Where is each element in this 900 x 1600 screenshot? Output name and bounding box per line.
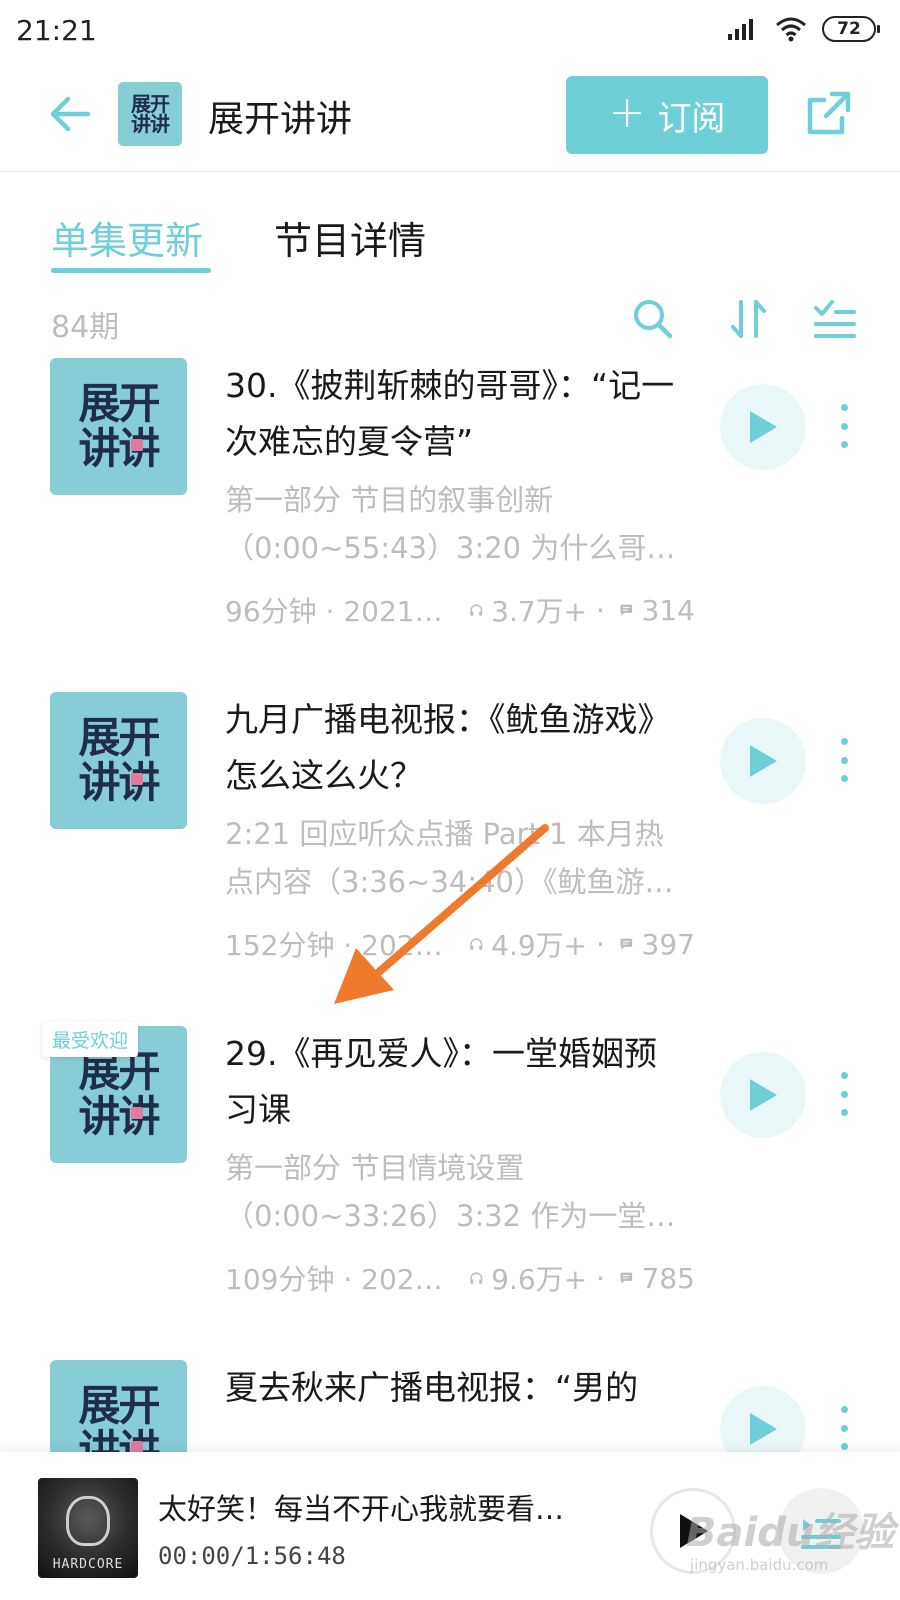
episode-description-line: 点内容（3:36~34:40）《鱿鱼游… [225,865,674,899]
meta-separator: · [587,1261,605,1295]
baidu-watermark: Baidu经验 [686,1510,895,1556]
meta-separator: · [587,927,605,961]
subscribe-button[interactable]: + 订阅 [566,76,768,154]
logo-text-top: 展开 [131,92,170,116]
episode-description-line: 第一部分 节目的叙事创新 [225,483,554,517]
tab-show-details[interactable]: 节目详情 [274,210,426,265]
baidu-watermark-url: jingyan.baidu.com [690,1556,829,1574]
thumb-text-top: 展开 [78,379,160,429]
episode-meta: 96分钟 · 2021… 3.7万+ · 314 [225,590,695,630]
episode-comments: 785 [641,1261,695,1295]
thumb-text-top: 展开 [78,1047,160,1097]
episode-description-line: 第一部分 节目情境设置 [225,1151,525,1185]
multi-select-icon[interactable] [812,296,858,342]
plus-icon: + [608,87,646,138]
active-tab-indicator [51,268,211,273]
episode-thumbnail: 展开 讲讲 [50,1360,187,1452]
episode-comments: 314 [641,593,695,627]
status-time: 21:21 [16,14,97,47]
more-options-button[interactable] [832,1406,856,1450]
comment-icon [620,1272,633,1284]
episode-description: 2:21 回应听众点播 Part 1 本月热 点内容（3:36~34:40）《鱿… [225,810,685,906]
episode-description-line: （0:00~33:26）3:32 作为一堂… [225,1199,676,1233]
episode-title[interactable]: 30.《披荆斩棘的哥哥》：“记一次难忘的夏令营” [225,358,685,470]
signal-icon [728,19,753,40]
play-icon [750,411,777,443]
thumb-text-bottom: 讲讲 [78,423,160,473]
show-title: 展开讲讲 [208,99,353,140]
wifi-icon [776,17,806,42]
more-options-button[interactable] [832,404,856,448]
list-item[interactable]: 展开 讲讲 30.《披荆斩棘的哥哥》：“记一次难忘的夏令营” 第一部分 节目的叙… [0,358,900,698]
search-icon[interactable] [630,296,676,342]
subscribe-label: 订阅 [657,98,726,139]
comment-icon [620,604,633,616]
show-logo: 展开 讲讲 [118,82,182,146]
episode-description-line: （0:00~55:43）3:20 为什么哥… [225,531,676,565]
episode-meta: 109分钟 · 202… 9.6万+ · 785 [225,1258,695,1298]
episode-count: 84期 [51,310,120,345]
episode-description-line: 2:21 回应听众点播 Part 1 本月热 [225,817,664,851]
comment-icon [620,938,633,950]
most-popular-badge: 最受欢迎 [42,1022,139,1057]
player-time: 00:00/1:56:48 [158,1542,346,1570]
share-icon[interactable] [802,88,854,140]
cover-face-graphic [66,1496,110,1546]
cover-caption: HARDCORE [52,1557,124,1572]
thumb-text-bottom: 讲讲 [78,1091,160,1141]
episode-title[interactable]: 夏去秋来广播电视报：“男的 [225,1360,685,1416]
play-icon [750,1413,777,1445]
more-options-button[interactable] [832,738,856,782]
player-cover-art: HARDCORE [38,1478,138,1578]
thumb-text-bottom: 讲讲 [78,757,160,807]
thumb-text-top: 展开 [78,1381,160,1431]
meta-separator: · [587,593,605,627]
episode-description: 第一部分 节目的叙事创新 （0:00~55:43）3:20 为什么哥… [225,476,685,572]
list-item[interactable]: 展开 讲讲 夏去秋来广播电视报：“男的 [0,1360,900,1452]
play-button[interactable] [720,1052,806,1138]
list-item[interactable]: 展开 讲讲 九月广播电视报：《鱿鱼游戏》怎么这么火？ 2:21 回应听众点播 P… [0,692,900,1032]
headphones-icon [469,938,482,950]
play-button[interactable] [720,1386,806,1452]
back-arrow-icon[interactable] [44,88,96,140]
episode-duration-date: 96分钟 · 2021… [225,595,443,628]
header: 展开 讲讲 展开讲讲 + 订阅 [0,64,900,172]
list-item[interactable]: 展开 讲讲 最受欢迎 29.《再见爱人》：一堂婚姻预习课 第一部分 节目情境设置… [0,1022,900,1366]
episode-title[interactable]: 29.《再见爱人》：一堂婚姻预习课 [225,1026,685,1138]
episode-duration-date: 152分钟 · 202… [225,929,443,962]
episode-plays: 9.6万+ [491,1263,588,1296]
episode-title[interactable]: 九月广播电视报：《鱿鱼游戏》怎么这么火？ [225,692,685,804]
headphones-icon [469,1272,482,1284]
episode-duration-date: 109分钟 · 202… [225,1263,443,1296]
status-icons: 72 [726,16,880,42]
more-options-button[interactable] [832,1072,856,1116]
play-button[interactable] [720,718,806,804]
thumb-text-bottom: 讲讲 [78,1428,161,1452]
episode-meta: 152分钟 · 202… 4.9万+ · 397 [225,924,695,964]
sort-icon[interactable] [726,296,772,342]
episode-plays: 4.9万+ [491,929,588,962]
episode-comments: 397 [641,927,695,961]
play-icon [750,745,777,777]
tab-episode-updates[interactable]: 单集更新 [51,210,203,265]
battery-indicator: 72 [822,16,880,42]
play-icon [750,1079,777,1111]
episode-thumbnail: 展开 讲讲 [50,692,187,829]
headphones-icon [469,604,482,616]
status-bar: 21:21 72 [0,0,900,64]
logo-text-bottom: 讲讲 [131,112,170,136]
tab-bar: 单集更新 节目详情 [0,200,900,280]
episode-plays: 3.7万+ [491,595,588,628]
thumb-text-top: 展开 [78,713,160,763]
player-title[interactable]: 太好笑！每当不开心我就要看… [158,1486,598,1528]
episode-description: 第一部分 节目情境设置 （0:00~33:26）3:32 作为一堂… [225,1144,685,1240]
play-button[interactable] [720,384,806,470]
episode-thumbnail: 展开 讲讲 [50,358,187,495]
